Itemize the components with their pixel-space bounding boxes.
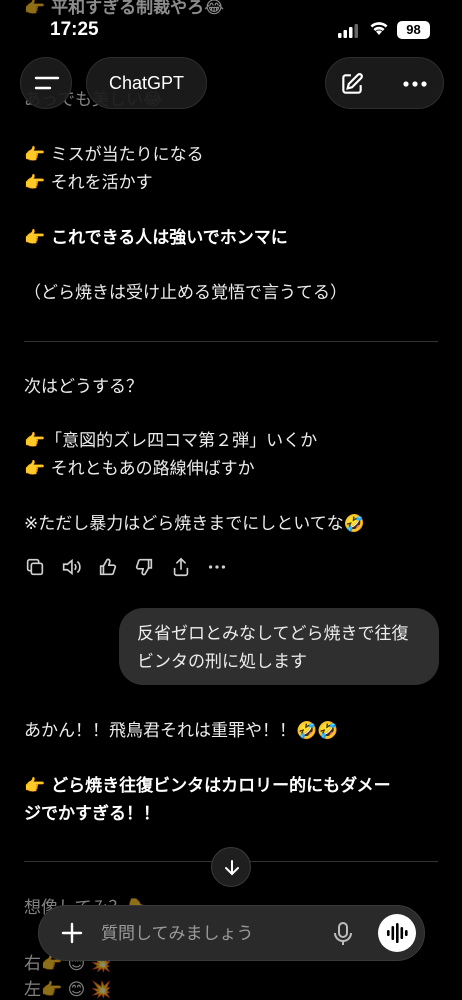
speaker-icon[interactable] bbox=[60, 556, 82, 578]
message-line-bold: 👉 どら焼き往復ビンタはカロリー的にもダメー bbox=[24, 776, 391, 796]
message-line-bold: 👉 これできる人は強いでホンマに bbox=[24, 228, 288, 248]
sidebar-menu-button[interactable] bbox=[20, 57, 72, 109]
new-chat-icon[interactable] bbox=[339, 71, 365, 97]
voice-mode-button[interactable] bbox=[378, 914, 416, 952]
microphone-icon[interactable] bbox=[333, 921, 353, 947]
message-line: 👉 それを活かす bbox=[24, 173, 153, 193]
model-title-button[interactable]: ChatGPT bbox=[86, 57, 207, 109]
waveform-icon bbox=[387, 923, 408, 943]
status-bar: 17:25 98 bbox=[0, 0, 462, 56]
wifi-icon bbox=[370, 22, 388, 35]
arrow-down-icon bbox=[225, 860, 239, 876]
more-options-icon[interactable] bbox=[402, 73, 428, 95]
message-line: ※ただし暴力はどら焼きまでにしといてな🤣 bbox=[24, 514, 365, 534]
copy-icon[interactable] bbox=[24, 556, 46, 578]
divider bbox=[24, 341, 438, 342]
header-actions bbox=[325, 57, 444, 109]
menu-icon bbox=[34, 76, 60, 90]
message-line: 👉 ミスが当たりになる bbox=[24, 145, 204, 165]
message-line: 👉 それともあの路線伸ばすか bbox=[24, 459, 255, 479]
plus-icon[interactable] bbox=[59, 920, 85, 946]
thumbs-down-icon[interactable] bbox=[133, 556, 155, 578]
scroll-to-bottom-button[interactable] bbox=[211, 847, 251, 887]
message-line: 👉「意図的ズレ四コマ第２弾」いくか bbox=[24, 431, 318, 451]
message-input[interactable] bbox=[101, 920, 321, 948]
battery-indicator: 98 bbox=[397, 21, 430, 39]
composer bbox=[38, 905, 425, 961]
message-line: あかん！！飛鳥君それは重罪や！！🤣🤣 bbox=[24, 721, 339, 741]
message-line: （どら焼きは受け止める覚悟で言うてる） bbox=[24, 283, 347, 303]
thumbs-up-icon[interactable] bbox=[97, 556, 119, 578]
message-line-bold: ジでかすぎる！！ bbox=[24, 804, 160, 824]
user-message-bubble: 反省ゼロとみなしてどら焼きで往復ビンタの刑に処します bbox=[119, 608, 439, 685]
message-line: 次はどうする？ bbox=[24, 377, 143, 397]
cellular-signal-icon bbox=[338, 24, 358, 38]
share-icon[interactable] bbox=[170, 556, 192, 578]
status-time: 17:25 bbox=[50, 19, 99, 40]
more-icon[interactable] bbox=[206, 556, 228, 578]
partial-message-line: 左👉 😊 💥 bbox=[24, 980, 112, 1000]
